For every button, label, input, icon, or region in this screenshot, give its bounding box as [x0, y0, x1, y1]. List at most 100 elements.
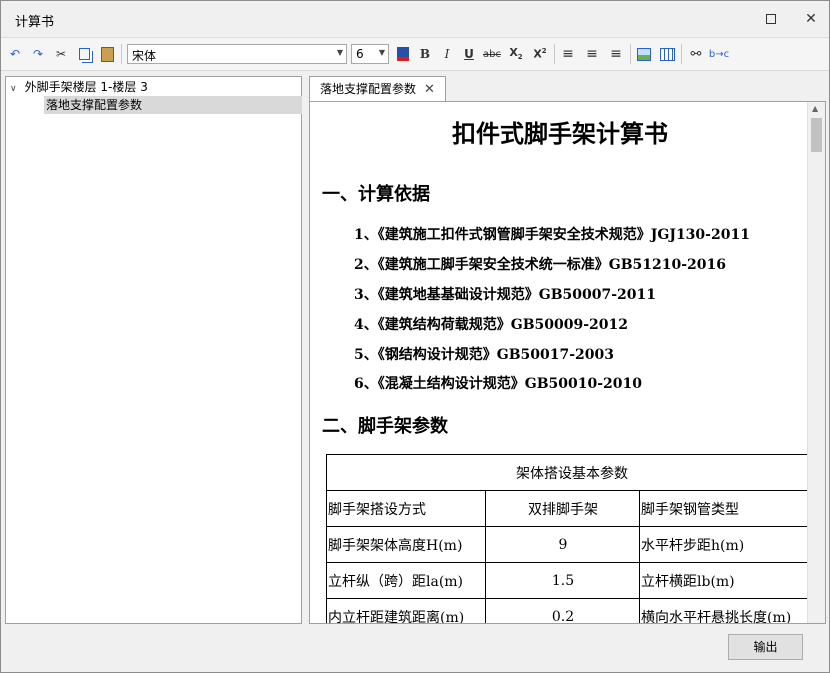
replace-icon: b→c [708, 48, 730, 60]
italic-icon: I [444, 47, 450, 61]
undo-button[interactable]: ↶ [5, 44, 25, 64]
align-center-button[interactable]: ≡ [582, 44, 602, 64]
superscript-icon: X2 [533, 47, 547, 61]
table-cell: 1.5 [485, 562, 640, 599]
tab-document[interactable]: 落地支撑配置参数 ✕ [309, 76, 446, 101]
tree-item-label: 外脚手架楼层 1-楼层 3 [24, 80, 148, 94]
chevron-down-icon: ∨ [10, 84, 17, 94]
font-family-value: 宋体 [132, 49, 157, 63]
footer-bar [1, 625, 829, 672]
table-header: 架体搭设基本参数 [326, 454, 817, 491]
document-content[interactable]: 扣件式脚手架计算书 一、计算依据 1、《建筑施工扣件式钢管脚手架安全技术规范》J… [309, 101, 826, 624]
close-button[interactable]: ✕ [797, 7, 825, 31]
table-cell: 9 [485, 526, 640, 563]
tree-panel: ∨ 外脚手架楼层 1-楼层 3 落地支撑配置参数 [5, 76, 302, 624]
redo-icon: ↷ [32, 47, 44, 61]
underline-button[interactable]: U [459, 44, 479, 64]
strikethrough-icon: abc [483, 48, 501, 60]
table-row: 脚手架架体高度H(m) 9 水平杆步距h(m) [326, 526, 817, 563]
paste-button[interactable] [97, 44, 117, 64]
font-color-icon [397, 47, 409, 61]
editor-toolbar: ↶ ↷ ✂ 宋体 ▼ 6 ▼ B I U abc X2 X2 ≡ ≡ ≡ ⚯ b… [1, 38, 829, 71]
font-size-value: 6 [356, 47, 364, 61]
font-color-button[interactable] [393, 44, 413, 64]
replace-button[interactable]: b→c [709, 44, 729, 64]
subscript-icon: X2 [509, 46, 523, 62]
tree-item-child[interactable]: 落地支撑配置参数 [44, 96, 302, 114]
align-right-icon: ≡ [610, 46, 622, 62]
scrollbar-thumb[interactable] [811, 118, 822, 152]
table-row: 架体搭设基本参数 [326, 454, 817, 491]
undo-icon: ↶ [9, 47, 21, 61]
font-size-select[interactable]: 6 ▼ [351, 44, 389, 64]
doc-title: 扣件式脚手架计算书 [452, 119, 668, 148]
binoculars-icon: ⚯ [690, 46, 702, 62]
ref-item: 1、《建筑施工扣件式钢管脚手架安全技术规范》JGJ130-2011 [354, 227, 750, 243]
table-cell: 脚手架钢管类型 [639, 490, 817, 527]
italic-button[interactable]: I [437, 44, 457, 64]
table-icon [659, 47, 675, 61]
vertical-scrollbar[interactable]: ▲ [807, 102, 825, 623]
clipboard-icon [100, 46, 114, 62]
section-heading-params: 二、脚手架参数 [322, 416, 448, 437]
toolbar-divider [554, 44, 555, 64]
tree-item-root[interactable]: ∨ 外脚手架楼层 1-楼层 3 [10, 78, 148, 96]
table-cell: 0.2 [485, 598, 640, 623]
insert-table-button[interactable] [657, 44, 677, 64]
insert-image-button[interactable] [634, 44, 654, 64]
maximize-button[interactable] [757, 7, 785, 31]
window-title: 计算书 [15, 15, 55, 30]
table-row: 脚手架搭设方式 双排脚手架 脚手架钢管类型 [326, 490, 817, 527]
align-center-icon: ≡ [586, 46, 598, 62]
subscript-button[interactable]: X2 [506, 44, 526, 64]
toolbar-divider [681, 44, 682, 64]
table-cell: 双排脚手架 [485, 490, 640, 527]
copy-icon [78, 48, 90, 60]
document-pane: 落地支撑配置参数 ✕ 扣件式脚手架计算书 一、计算依据 1、《建筑施工扣件式钢管脚… [306, 76, 826, 624]
table-cell: 立杆横距lb(m) [639, 562, 817, 599]
close-icon: ✕ [805, 11, 817, 27]
title-bar: 计算书 ✕ [1, 1, 829, 38]
ref-item: 5、《钢结构设计规范》GB50017-2003 [354, 347, 615, 363]
output-button[interactable]: 输出 [728, 634, 803, 660]
table-cell: 水平杆步距h(m) [639, 526, 817, 563]
scissors-icon: ✂ [55, 47, 67, 61]
strikethrough-button[interactable]: abc [482, 44, 502, 64]
align-right-button[interactable]: ≡ [606, 44, 626, 64]
close-icon[interactable]: ✕ [424, 82, 435, 97]
chevron-down-icon: ▼ [336, 48, 343, 57]
font-family-select[interactable]: 宋体 ▼ [127, 44, 347, 64]
superscript-button[interactable]: X2 [530, 44, 550, 64]
image-icon [637, 47, 651, 61]
param-table: 架体搭设基本参数 脚手架搭设方式 双排脚手架 脚手架钢管类型 脚手架架体高度H(… [326, 454, 817, 623]
calc-book-window: 计算书 ✕ ↶ ↷ ✂ 宋体 ▼ 6 ▼ B I U abc X2 X2 ≡ ≡… [0, 0, 830, 673]
table-cell: 内立杆距建筑距离(m) [326, 598, 486, 623]
cut-button[interactable]: ✂ [51, 44, 71, 64]
align-left-icon: ≡ [562, 46, 574, 62]
tree-item-label: 落地支撑配置参数 [46, 98, 143, 112]
section-heading-basis: 一、计算依据 [322, 184, 430, 205]
bold-icon: B [419, 47, 431, 61]
table-row: 立杆纵（跨）距la(m) 1.5 立杆横距lb(m) [326, 562, 817, 599]
tab-label: 落地支撑配置参数 [320, 82, 417, 96]
bold-button[interactable]: B [415, 44, 435, 64]
table-cell: 脚手架搭设方式 [326, 490, 486, 527]
scroll-up-icon[interactable]: ▲ [812, 104, 818, 113]
table-cell: 横向水平杆悬挑长度(m) [639, 598, 817, 623]
find-button[interactable]: ⚯ [686, 44, 706, 64]
copy-button[interactable] [74, 44, 94, 64]
table-cell: 脚手架架体高度H(m) [326, 526, 486, 563]
table-cell: 立杆纵（跨）距la(m) [326, 562, 486, 599]
table-row: 内立杆距建筑距离(m) 0.2 横向水平杆悬挑长度(m) [326, 598, 817, 623]
underline-icon: U [464, 47, 474, 61]
ref-item: 4、《建筑结构荷载规范》GB50009-2012 [354, 317, 629, 333]
chevron-down-icon: ▼ [378, 48, 385, 57]
align-left-button[interactable]: ≡ [558, 44, 578, 64]
ref-item: 6、《混凝土结构设计规范》GB50010-2010 [354, 376, 643, 392]
redo-button[interactable]: ↷ [28, 44, 48, 64]
maximize-icon [766, 14, 776, 24]
ref-item: 3、《建筑地基基础设计规范》GB50007-2011 [354, 287, 657, 303]
toolbar-divider [121, 44, 122, 64]
toolbar-divider [630, 44, 631, 64]
ref-item: 2、《建筑施工脚手架安全技术统一标准》GB51210-2016 [354, 257, 727, 273]
